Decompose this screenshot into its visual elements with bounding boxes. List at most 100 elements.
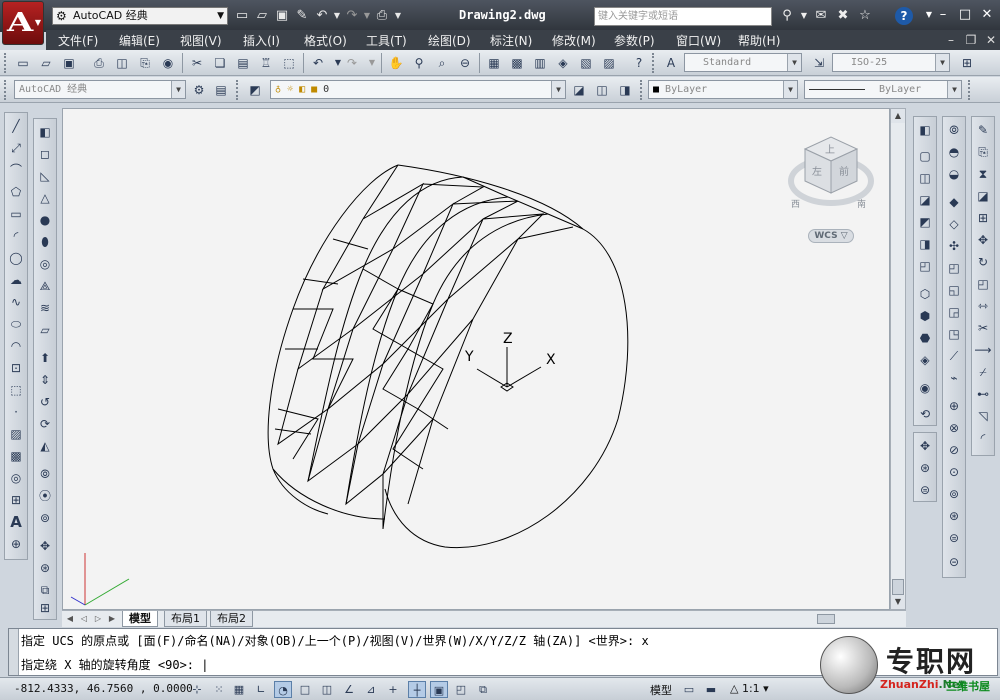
exchange-icon[interactable]: ✖ [834, 7, 852, 25]
search-dropdown-icon[interactable]: ▼ [800, 7, 808, 25]
block-editor-icon[interactable]: ⬚ [280, 54, 298, 72]
object-snap-tracking-icon[interactable]: ∠ [340, 681, 358, 698]
menu-dimension[interactable]: 标注(N) [490, 32, 532, 49]
join-icon[interactable]: ⊷ [974, 385, 992, 403]
ellipse-icon[interactable]: ⬭ [7, 315, 25, 333]
polygon-icon[interactable]: ⬠ [7, 183, 25, 201]
zoom-previous-icon[interactable]: ⊖ [456, 54, 474, 72]
make-block-icon[interactable]: ⬚ [7, 381, 25, 399]
tab-last-icon[interactable]: ▶ [106, 613, 118, 625]
infer-constraints-icon[interactable]: ⊹ [188, 681, 206, 698]
match-properties-icon[interactable]: ♖ [257, 54, 275, 72]
redo-icon[interactable]: ↷ [343, 54, 361, 72]
se-iso-icon[interactable]: ◲ [945, 303, 963, 321]
pan-icon[interactable]: ✋ [387, 54, 405, 72]
properties-icon[interactable]: ▦ [485, 54, 503, 72]
ucs-object-icon[interactable]: ⊙ [945, 463, 963, 481]
right-view-icon[interactable]: ✣ [945, 237, 963, 255]
named-views-icon[interactable]: ⦾ [945, 121, 963, 139]
move-icon[interactable]: ✥ [974, 231, 992, 249]
tab-first-icon[interactable]: ◀ [64, 613, 76, 625]
break-icon[interactable]: ⌿ [974, 363, 992, 381]
loft-icon[interactable]: ◭ [36, 437, 54, 455]
menu-window[interactable]: 窗口(W) [676, 32, 721, 49]
make-current-layer-icon[interactable]: ◪ [570, 81, 588, 99]
drawing-canvas[interactable]: Z X Y 上 左 前 西 南 [62, 108, 890, 610]
grid-display-icon[interactable]: ▦ [230, 681, 248, 698]
revision-cloud-icon[interactable]: ☁ [7, 271, 25, 289]
ellipse-arc-icon[interactable]: ◠ [7, 337, 25, 355]
layer-states-icon[interactable]: ◨ [616, 81, 634, 99]
ne-iso-icon[interactable]: ◳ [945, 325, 963, 343]
ucs-view-icon[interactable]: ⊚ [945, 485, 963, 503]
move-face-icon[interactable]: ◪ [916, 191, 934, 209]
box-icon[interactable]: ◻ [36, 145, 54, 163]
transparency-icon[interactable]: ▣ [430, 681, 448, 698]
ucs-previous-icon[interactable]: ⊗ [945, 419, 963, 437]
cut-icon[interactable]: ✂ [188, 54, 206, 72]
menu-insert[interactable]: 插入(I) [243, 32, 280, 49]
extrude-face-icon[interactable]: ◫ [916, 169, 934, 187]
3d-array-icon[interactable]: ⊞ [36, 599, 54, 617]
doc-minimize-icon[interactable]: – [942, 31, 960, 49]
region-icon[interactable]: ◎ [7, 469, 25, 487]
linetype-select[interactable]: ByLayer ▼ [804, 80, 962, 99]
plot-icon[interactable]: ⎙ [90, 54, 108, 72]
hatch-icon[interactable]: ▨ [7, 425, 25, 443]
menu-draw[interactable]: 绘图(D) [428, 32, 471, 49]
visual-styles-icon[interactable]: ◧ [916, 121, 934, 139]
helix-icon[interactable]: ≋ [36, 299, 54, 317]
3d-object-snap-icon[interactable]: ◫ [318, 681, 336, 698]
lineweight-icon[interactable]: ┼ [408, 681, 426, 698]
cone-icon[interactable]: △ [36, 189, 54, 207]
array-icon[interactable]: ⊞ [974, 209, 992, 227]
new-icon[interactable]: ▭ [14, 54, 32, 72]
plot-icon[interactable]: ⎙ [373, 7, 391, 25]
workspace-settings-icon[interactable]: ⚙ [190, 81, 208, 99]
scroll-down-icon[interactable]: ▼ [891, 595, 905, 609]
toolbar-grip[interactable] [640, 80, 644, 100]
spline-icon[interactable]: ∿ [7, 293, 25, 311]
wcs-menu-button[interactable]: WCS ▽ [808, 229, 854, 243]
dynamic-input-icon[interactable]: + [384, 681, 402, 698]
erase-icon[interactable]: ✎ [974, 121, 992, 139]
ucs-zaxis-icon[interactable]: ⊜ [945, 529, 963, 547]
help-button[interactable]: ? [895, 7, 913, 25]
copy-object-icon[interactable]: ⎘ [974, 143, 992, 161]
quick-access-dropdown-icon[interactable]: ▼ [393, 7, 403, 25]
zoom-realtime-icon[interactable]: ⚲ [410, 54, 428, 72]
selection-cycling-icon[interactable]: ⧉ [474, 681, 492, 698]
rectangle-icon[interactable]: ▭ [7, 205, 25, 223]
tab-model[interactable]: 模型 [122, 611, 158, 627]
add-selected-icon[interactable]: ⊕ [7, 535, 25, 553]
undo-dropdown-icon[interactable]: ▼ [333, 7, 341, 25]
table-style-icon[interactable]: ⊞ [958, 54, 976, 72]
extrude-icon[interactable]: ⬆ [36, 349, 54, 367]
redo-dropdown-icon[interactable]: ▼ [363, 7, 371, 25]
model-space-toggle[interactable]: 模型 [650, 682, 672, 698]
intersect-icon[interactable]: ⊚ [36, 509, 54, 527]
maximize-icon[interactable]: □ [954, 6, 976, 24]
render-icon[interactable]: ◉ [916, 379, 934, 397]
rotate-icon[interactable]: ↻ [974, 253, 992, 271]
help-icon[interactable]: ? [630, 54, 648, 72]
coordinates-readout[interactable]: -812.4333, 46.7560 , 0.0000 [14, 682, 193, 695]
dim-style-icon[interactable]: ⇲ [810, 54, 828, 72]
command-prompt[interactable]: 指定绕 X 轴的旋转角度 <90>: | [21, 656, 208, 673]
orbit-icon[interactable]: ⟲ [916, 405, 934, 423]
annotation-scale[interactable]: △ 1:1 ▾ [730, 682, 769, 695]
open-icon[interactable]: ▱ [37, 54, 55, 72]
bottom-view-icon[interactable]: ◒ [945, 165, 963, 183]
offset-face-icon[interactable]: ◩ [916, 213, 934, 231]
doc-restore-icon[interactable]: ❐ [962, 31, 980, 49]
menu-view[interactable]: 视图(V) [180, 32, 222, 49]
menu-file[interactable]: 文件(F) [58, 32, 98, 49]
tool-palettes-icon[interactable]: ▥ [531, 54, 549, 72]
text-style-icon[interactable]: A [662, 54, 680, 72]
binoculars-icon[interactable]: ⚲ [778, 7, 796, 25]
3d-rotate-icon[interactable]: ⊛ [36, 559, 54, 577]
copy-icon[interactable]: ❏ [211, 54, 229, 72]
fly-icon[interactable]: ⊜ [916, 481, 934, 499]
redo-icon[interactable]: ↷ [343, 7, 361, 25]
insert-block-icon[interactable]: ⊡ [7, 359, 25, 377]
